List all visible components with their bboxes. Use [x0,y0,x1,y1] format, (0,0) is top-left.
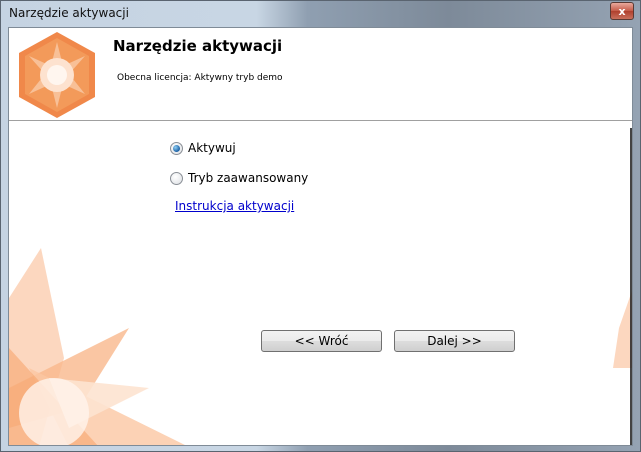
close-icon: x [618,4,626,18]
license-status-text: Obecna licencja: Aktywny tryb demo [117,73,283,83]
close-button[interactable]: x [610,2,634,20]
header-title: Narzędzie aktywacji [113,37,283,55]
window-title: Narzędzie aktywacji [9,6,129,20]
advanced-mode-radio[interactable] [170,171,183,185]
header-divider [9,120,632,121]
activate-radio[interactable] [170,141,183,155]
activation-instructions-link[interactable]: Instrukcja aktywacji [175,199,294,213]
right-edge-shadow [630,128,632,445]
activate-label: Aktywuj [188,141,236,155]
client-area: Narzędzie aktywacji Obecna licencja: Akt… [8,27,633,446]
background-star-decoration [9,248,185,445]
activate-option[interactable]: Aktywuj [170,141,236,155]
next-button[interactable]: Dalej >> [394,330,515,352]
activation-window: Narzędzie aktywacji x Narzędzie aktywacj… [0,0,641,452]
title-bar[interactable]: Narzędzie aktywacji x [1,1,640,27]
orange-hexagon-star-icon [19,32,95,118]
advanced-mode-label: Tryb zaawansowany [188,171,309,185]
advanced-mode-option[interactable]: Tryb zaawansowany [170,171,308,185]
back-button[interactable]: << Wróć [261,330,382,352]
header-panel: Narzędzie aktywacji Obecna licencja: Akt… [9,28,632,120]
